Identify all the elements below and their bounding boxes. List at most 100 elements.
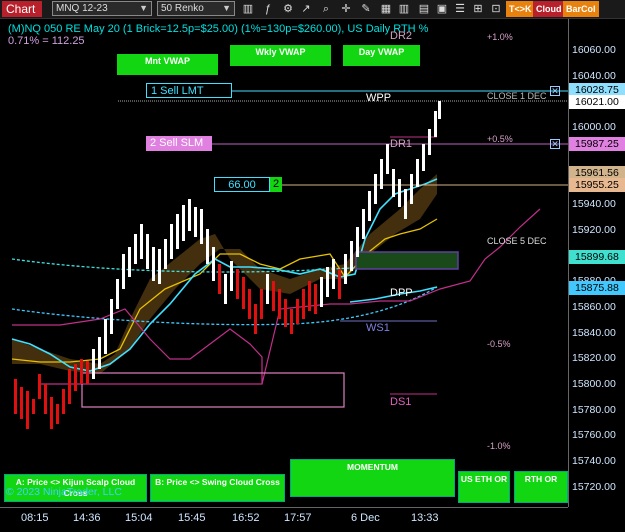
- chart-toolbar: Chart MNQ 12-23 ▼ 50 Renko ▼ ▥ ƒ ⚙ ↗ ⌕ ✛…: [0, 0, 625, 19]
- renko-brick: [56, 404, 59, 424]
- position-price-flag: 15955.25: [569, 178, 625, 192]
- renko-brick: [92, 349, 95, 379]
- cloud-button[interactable]: Cloud: [533, 1, 565, 17]
- sell-slm-price-flag: 15987.25: [569, 137, 625, 151]
- renko-brick: [338, 269, 341, 299]
- dr2-label: DR2: [390, 30, 413, 42]
- time-tick: 08:15: [21, 512, 49, 524]
- renko-brick: [272, 281, 275, 311]
- swing-cloud-button[interactable]: B: Price <> Swing Cloud Cross: [150, 474, 285, 502]
- bar-type-selector[interactable]: 50 Renko ▼: [157, 1, 235, 16]
- month-vwap-button[interactable]: Mnt VWAP: [117, 54, 218, 75]
- ws1-label: WS1: [366, 322, 390, 334]
- renko-brick: [416, 159, 419, 187]
- price-tick: 15860.00: [572, 301, 616, 313]
- price-tick: 15840.00: [572, 327, 616, 339]
- renko-brick: [380, 159, 383, 189]
- position-quantity[interactable]: 2: [270, 177, 282, 192]
- renko-brick: [236, 269, 239, 299]
- time-tick: 17:57: [284, 512, 312, 524]
- renko-brick: [116, 279, 119, 309]
- us-eth-or-button[interactable]: US ETH OR: [458, 471, 510, 503]
- renko-brick: [224, 274, 227, 304]
- barcol-button[interactable]: BarCol: [563, 1, 599, 17]
- renko-brick: [218, 264, 221, 294]
- strategies-icon[interactable]: ⚙: [280, 1, 296, 17]
- list-icon[interactable]: ☰: [452, 1, 468, 17]
- link-icon[interactable]: ⊡: [488, 1, 504, 17]
- chart-title-tab[interactable]: Chart: [2, 1, 42, 17]
- renko-brick: [374, 174, 377, 204]
- chevron-down-icon: ▼: [222, 3, 231, 13]
- renko-brick: [74, 364, 77, 391]
- renko-brick: [44, 384, 47, 414]
- properties-icon[interactable]: ▤: [416, 1, 432, 17]
- weekly-vwap-button[interactable]: Wkly VWAP: [230, 45, 331, 66]
- renko-brick: [182, 205, 185, 241]
- pct-minus-05: -0.5%: [487, 339, 511, 349]
- renko-brick: [98, 337, 101, 369]
- pct-minus-1: -1.0%: [487, 441, 511, 451]
- ds1-label: DS1: [390, 396, 412, 408]
- trend-icon[interactable]: ↗: [298, 1, 314, 17]
- price-tick: 15940.00: [572, 198, 616, 210]
- price-axis[interactable]: 16060.00 16040.00 16000.00 15940.00 1592…: [568, 19, 625, 507]
- time-tick: 16:52: [232, 512, 260, 524]
- renko-brick: [152, 247, 155, 281]
- data-box-icon[interactable]: ▣: [434, 1, 450, 17]
- position-pnl: 66.00: [214, 177, 270, 192]
- price-tick: 16060.00: [572, 44, 616, 56]
- renko-brick: [206, 229, 209, 264]
- renko-brick: [146, 234, 149, 269]
- renko-brick: [428, 129, 431, 155]
- renko-brick: [308, 281, 311, 311]
- close-icon[interactable]: ✕: [550, 86, 560, 96]
- renko-brick: [200, 209, 203, 244]
- time-axis[interactable]: 08:15 14:36 15:04 15:45 16:52 17:57 6 De…: [0, 507, 568, 532]
- tk-button[interactable]: T<>K: [506, 1, 535, 17]
- renko-brick: [254, 304, 257, 334]
- chart-trader-icon[interactable]: ▦: [378, 1, 394, 17]
- rth-or-button[interactable]: RTH OR: [514, 471, 568, 503]
- close-icon[interactable]: ✕: [550, 139, 560, 149]
- price-tick: 16040.00: [572, 70, 616, 82]
- price-tick: 15720.00: [572, 481, 616, 493]
- renko-brick: [290, 309, 293, 334]
- renko-brick: [350, 241, 353, 271]
- dr1-label: DR1: [390, 138, 413, 150]
- close-1-dec-label: CLOSE 1 DEC: [487, 91, 547, 101]
- price-tick: 15920.00: [572, 224, 616, 236]
- crosshair-icon[interactable]: ✛: [338, 1, 354, 17]
- renko-brick: [320, 277, 323, 307]
- columns-icon[interactable]: ▥: [396, 1, 412, 17]
- renko-brick: [68, 369, 71, 404]
- pin-icon[interactable]: ⊞: [470, 1, 486, 17]
- price-tick: 15760.00: [572, 429, 616, 441]
- indicators-icon[interactable]: ƒ: [260, 1, 276, 17]
- time-tick: 6 Dec: [351, 512, 380, 524]
- renko-brick: [248, 289, 251, 319]
- pencil-icon[interactable]: ✎: [358, 1, 374, 17]
- instrument-value: MNQ 12-23: [56, 3, 108, 14]
- bar-type-value: 50 Renko: [161, 3, 204, 14]
- renko-brick: [212, 247, 215, 281]
- sell-slm-order-tag[interactable]: 2 Sell SLM: [146, 136, 212, 151]
- chart-panel[interactable]: (M)NQ 050 RE May 20 (1 Brick=12.5p=$25.0…: [0, 19, 568, 507]
- time-tick: 13:33: [411, 512, 439, 524]
- renko-brick: [296, 299, 299, 324]
- dpp-label: DPP: [390, 287, 413, 299]
- vwap-price-flag: 15899.68: [569, 250, 625, 264]
- sell-lmt-order-tag[interactable]: 1 Sell LMT: [146, 83, 232, 98]
- momentum-button[interactable]: MOMENTUM: [290, 459, 455, 497]
- time-tick: 15:04: [125, 512, 153, 524]
- instrument-selector[interactable]: MNQ 12-23 ▼: [52, 1, 152, 16]
- renko-brick: [86, 361, 89, 384]
- renko-brick: [362, 209, 365, 239]
- price-tick: 15780.00: [572, 404, 616, 416]
- day-vwap-button[interactable]: Day VWAP: [343, 45, 420, 66]
- bar-style-icon[interactable]: ▥: [240, 1, 256, 17]
- zoom-icon[interactable]: ⌕: [318, 1, 334, 17]
- renko-brick: [188, 199, 191, 231]
- renko-brick: [26, 391, 29, 429]
- renko-brick: [50, 397, 53, 429]
